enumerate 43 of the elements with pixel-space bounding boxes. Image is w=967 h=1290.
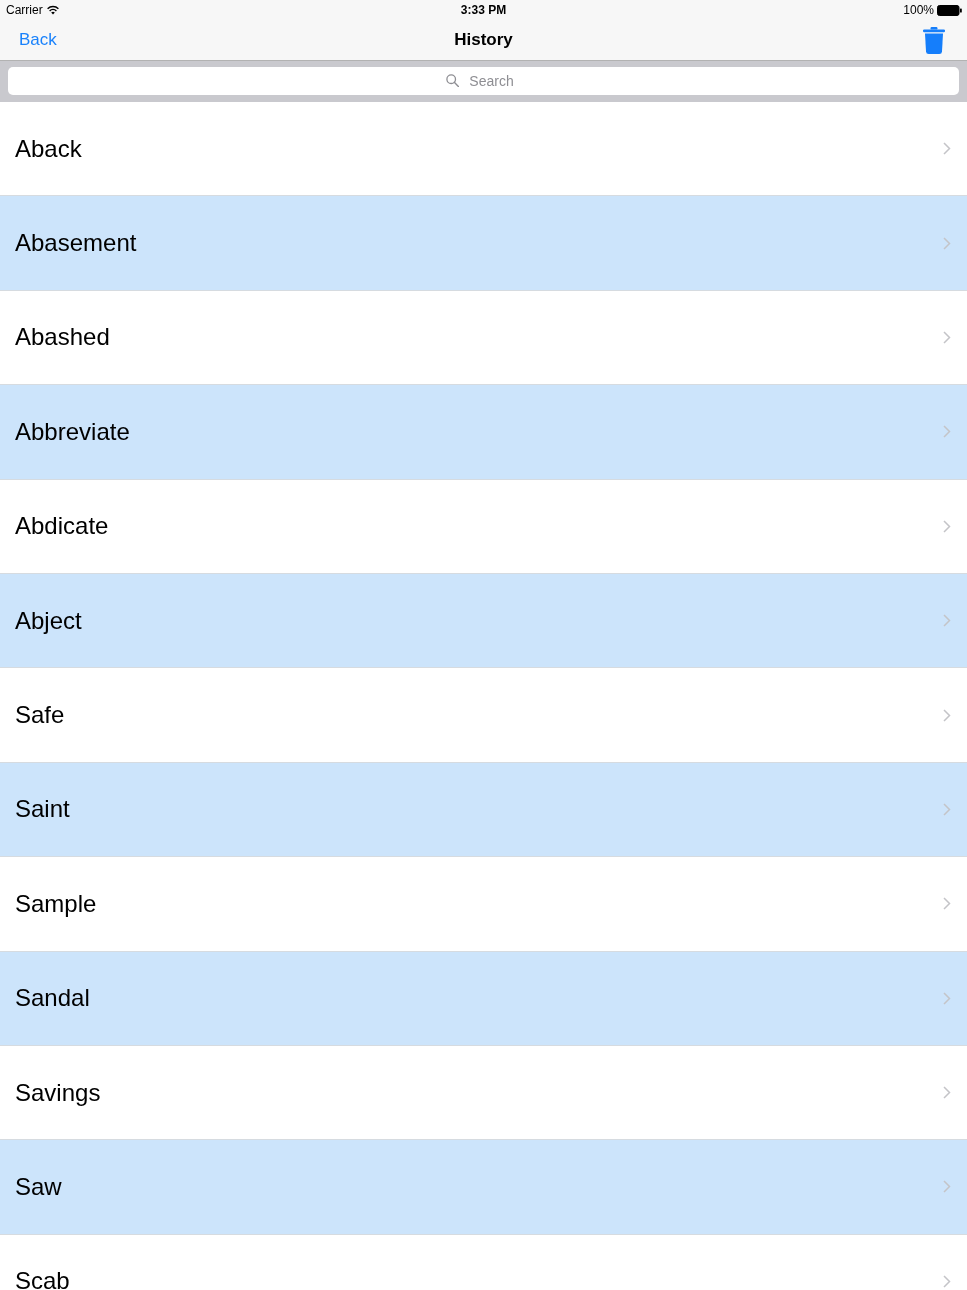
row-label: Abdicate [15,512,109,541]
nav-title: History [454,30,513,50]
row-label: Abashed [15,323,110,352]
list-row[interactable]: Abasement [0,196,967,291]
carrier-label: Carrier [6,3,43,17]
row-label: Abject [15,606,82,635]
chevron-icon [943,991,951,1005]
list-row[interactable]: Saw [0,1140,967,1235]
list-row[interactable]: Sandal [0,951,967,1046]
status-time: 3:33 PM [460,3,507,17]
chevron-icon [943,614,951,628]
chevron-icon [943,330,951,344]
search-field[interactable]: Search [8,66,959,95]
trash-button[interactable] [923,26,945,54]
back-button[interactable]: Back [10,26,66,54]
chevron-icon [943,142,951,156]
chevron-icon [943,425,951,439]
chevron-icon [943,897,951,911]
list-row[interactable]: Abbreviate [0,385,967,480]
list-row[interactable]: Abject [0,573,967,669]
row-label: Sandal [15,984,90,1013]
chevron-icon [943,1086,951,1100]
list-row[interactable]: Saint [0,762,967,858]
row-label: Abasement [15,229,137,258]
row-label: Abbreviate [15,417,130,446]
row-label: Scab [15,1267,70,1290]
chevron-icon [943,1274,951,1288]
chevron-icon [943,1180,951,1194]
battery-percent: 100% [903,3,934,17]
chevron-icon [943,708,951,722]
row-label: Saw [15,1173,62,1201]
row-label: Aback [15,134,82,163]
search-icon [446,74,460,87]
row-label: Safe [15,701,65,730]
trash-icon [923,26,945,54]
chevron-icon [943,802,951,816]
row-label: Savings [15,1078,101,1107]
row-label: Saint [15,795,70,824]
chevron-icon [943,519,951,533]
battery-icon [937,4,962,16]
row-label: Sample [15,889,97,918]
chevron-icon [943,236,951,250]
wifi-icon [45,5,60,15]
